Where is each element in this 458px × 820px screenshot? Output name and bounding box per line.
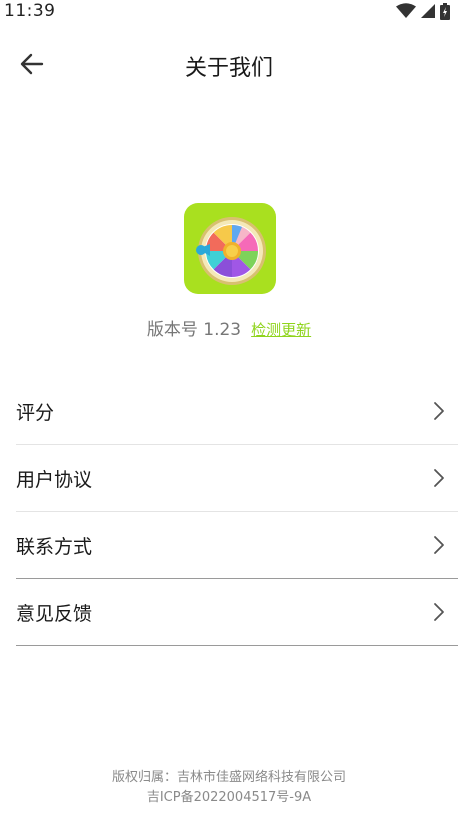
menu-item-label: 评分 (16, 402, 55, 424)
menu-list: 评分 用户协议 联系方式 意见反馈 (16, 378, 458, 646)
page-title: 关于我们 (184, 56, 273, 81)
version-label: 版本号 1.23 (146, 320, 242, 340)
status-icons (396, 2, 450, 20)
chevron-right-icon (434, 536, 444, 554)
chevron-right-icon (434, 469, 444, 487)
menu-item-label: 联系方式 (16, 536, 93, 558)
copyright-text: 版权归属：吉林市佳盛网络科技有限公司 (111, 770, 346, 785)
chevron-right-icon (434, 603, 444, 621)
menu-item-label: 用户协议 (16, 469, 93, 491)
menu-item-feedback[interactable]: 意见反馈 (16, 579, 458, 646)
signal-icon (421, 4, 435, 18)
app-icon (184, 203, 276, 294)
version-row: 版本号 1.23 检测更新 (0, 315, 458, 340)
prize-wheel-icon (196, 216, 266, 285)
icp-text: 吉ICP备2022004517号-9A (146, 790, 312, 805)
menu-item-contact[interactable]: 联系方式 (16, 512, 458, 579)
wifi-icon (396, 3, 416, 18)
status-time: 11:39 (4, 1, 56, 21)
footer: 版权归属：吉林市佳盛网络科技有限公司 吉ICP备2022004517号-9A (0, 768, 458, 808)
status-bar: 11:39 (0, 0, 458, 24)
app-header: 关于我们 (0, 36, 458, 92)
menu-item-rating[interactable]: 评分 (16, 378, 458, 445)
battery-icon (440, 2, 450, 20)
chevron-right-icon (434, 402, 444, 420)
menu-item-user-agreement[interactable]: 用户协议 (16, 445, 458, 512)
menu-item-label: 意见反馈 (16, 603, 93, 625)
check-update-link[interactable]: 检测更新 (251, 321, 311, 339)
